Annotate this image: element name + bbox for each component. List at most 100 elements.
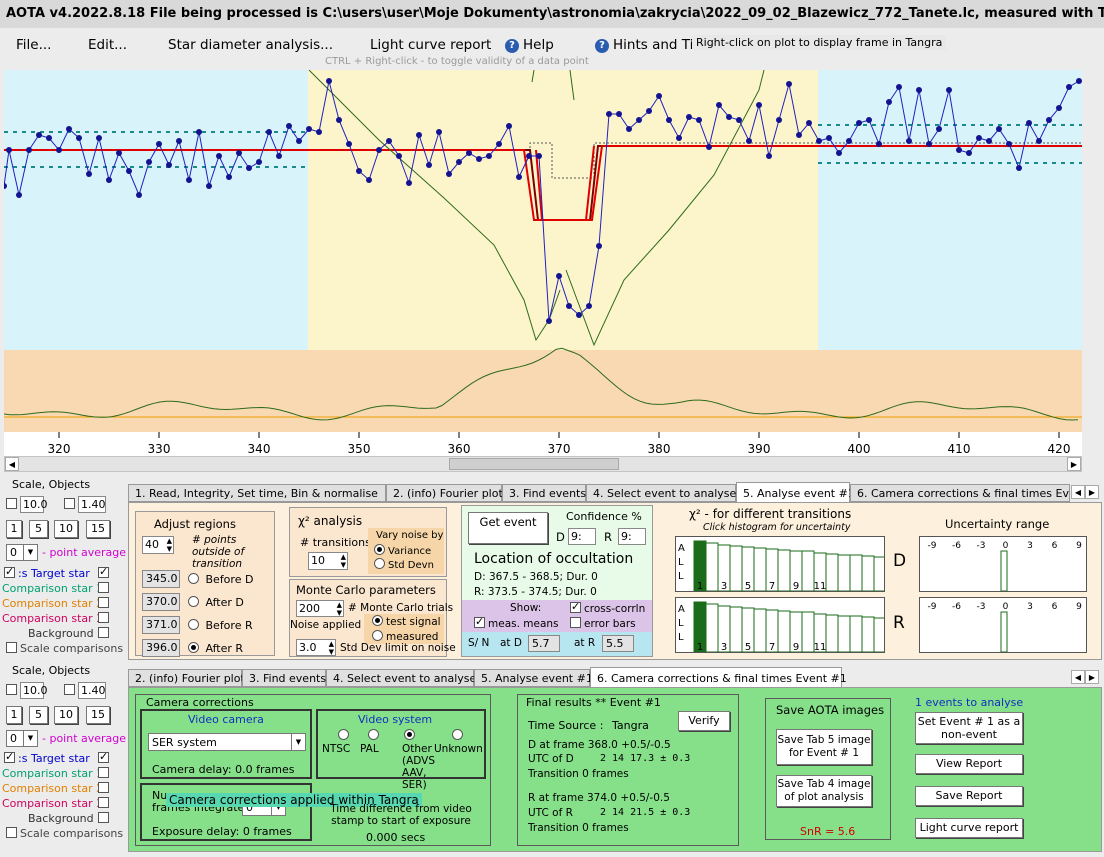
data-point[interactable] bbox=[1016, 165, 1022, 171]
background-checkbox[interactable] bbox=[98, 627, 109, 638]
light-curve-svg[interactable]: 320 330 340 350 360 370 380 390 400 410 420 bbox=[1, 69, 1082, 456]
bin-10-button-2[interactable]: 10 bbox=[54, 706, 78, 724]
histogram-bar[interactable] bbox=[705, 542, 719, 592]
after-r-radio[interactable] bbox=[188, 642, 199, 653]
histogram-bar[interactable] bbox=[873, 617, 887, 653]
data-point[interactable] bbox=[496, 141, 502, 147]
data-point[interactable] bbox=[286, 123, 292, 129]
data-point[interactable] bbox=[656, 93, 662, 99]
save-report-button[interactable]: Save Report bbox=[915, 786, 1023, 806]
histogram-bar[interactable] bbox=[753, 547, 767, 592]
bin-5-button[interactable]: 5 bbox=[29, 520, 48, 538]
tab-scroll-right-icon[interactable]: ▶ bbox=[1085, 485, 1099, 499]
data-point[interactable] bbox=[366, 177, 372, 183]
data-point[interactable] bbox=[966, 150, 972, 156]
data-point[interactable] bbox=[696, 117, 702, 123]
menu-file[interactable]: File... bbox=[16, 37, 51, 53]
target-star-checkbox-2[interactable] bbox=[98, 565, 109, 578]
bin-10-button[interactable]: 10 bbox=[54, 520, 78, 538]
data-point[interactable] bbox=[116, 150, 122, 156]
data-point[interactable] bbox=[626, 126, 632, 132]
comparison-star-2-checkbox-2[interactable] bbox=[98, 782, 109, 793]
data-point[interactable] bbox=[826, 135, 832, 141]
tab2-camera-corrections[interactable]: 6. Camera corrections & final times Even… bbox=[590, 667, 847, 687]
scale-checkbox-1[interactable] bbox=[6, 498, 17, 509]
comparison-star-2-checkbox[interactable] bbox=[98, 597, 109, 608]
view-report-button[interactable]: View Report bbox=[915, 754, 1023, 774]
histogram-bar[interactable] bbox=[861, 555, 875, 592]
point-average-select[interactable]: 0 ▼ bbox=[6, 544, 38, 561]
histogram-bar[interactable] bbox=[729, 606, 743, 653]
data-point[interactable] bbox=[536, 153, 542, 159]
histogram-bar[interactable] bbox=[825, 614, 839, 653]
tab-select-event[interactable]: 4. Select event to analyse bbox=[586, 484, 736, 502]
data-point[interactable] bbox=[46, 135, 52, 141]
menu-light-curve-report[interactable]: Light curve report bbox=[370, 37, 491, 53]
data-point[interactable] bbox=[306, 126, 312, 132]
data-point[interactable] bbox=[246, 165, 252, 171]
points-outside-input[interactable]: 40 ▲ ▼ bbox=[142, 536, 174, 554]
point-average-select-2[interactable]: 0 ▼ bbox=[6, 730, 38, 747]
target-star-checkbox-4[interactable] bbox=[98, 750, 109, 763]
test-signal-radio[interactable] bbox=[372, 615, 383, 626]
data-point[interactable] bbox=[1036, 138, 1042, 144]
data-point[interactable] bbox=[816, 138, 822, 144]
data-point[interactable] bbox=[146, 159, 152, 165]
data-point[interactable] bbox=[806, 120, 812, 126]
scale-value-input-2[interactable]: 10.0 bbox=[20, 682, 48, 699]
data-point[interactable] bbox=[316, 129, 322, 135]
data-point[interactable] bbox=[676, 135, 682, 141]
histogram-bar[interactable] bbox=[801, 611, 815, 653]
background-checkbox-2[interactable] bbox=[98, 812, 109, 823]
tab-scroll-left-icon[interactable]: ◀ bbox=[1071, 485, 1085, 499]
target-star-checkbox[interactable] bbox=[4, 565, 15, 578]
data-point[interactable] bbox=[996, 126, 1002, 132]
data-point[interactable] bbox=[796, 132, 802, 138]
light-curve-report-button[interactable]: Light curve report bbox=[915, 818, 1023, 838]
data-point[interactable] bbox=[326, 78, 332, 84]
data-point[interactable] bbox=[346, 141, 352, 147]
data-point[interactable] bbox=[156, 141, 162, 147]
data-point[interactable] bbox=[186, 177, 192, 183]
data-point[interactable] bbox=[726, 114, 732, 120]
menu-star-diameter[interactable]: Star diameter analysis... bbox=[168, 37, 333, 53]
histogram-bar[interactable] bbox=[837, 554, 851, 592]
scale-comparisons-checkbox[interactable] bbox=[6, 642, 17, 653]
before-d-radio[interactable] bbox=[188, 573, 199, 584]
data-point[interactable] bbox=[616, 111, 622, 117]
other-radio[interactable] bbox=[404, 729, 415, 740]
data-point[interactable] bbox=[736, 117, 742, 123]
bin-5-button-2[interactable]: 5 bbox=[29, 706, 48, 724]
data-point[interactable] bbox=[476, 156, 482, 162]
stddev-limit-input[interactable]: 3.0 ▲ ▼ bbox=[296, 639, 336, 656]
histogram-bar[interactable] bbox=[777, 549, 791, 592]
data-point[interactable] bbox=[666, 117, 672, 123]
camera-select[interactable]: SER system ▼ bbox=[148, 733, 306, 751]
data-point[interactable] bbox=[776, 117, 782, 123]
data-point[interactable] bbox=[446, 171, 452, 177]
data-point[interactable] bbox=[376, 147, 382, 153]
data-point[interactable] bbox=[836, 150, 842, 156]
scroll-left-icon[interactable]: ◀ bbox=[5, 457, 19, 471]
tab-analyse-event[interactable]: 5. Analyse event #1 bbox=[736, 482, 855, 502]
data-point[interactable] bbox=[1006, 141, 1012, 147]
data-point[interactable] bbox=[176, 138, 182, 144]
histogram-bar[interactable] bbox=[837, 615, 851, 653]
data-point[interactable] bbox=[66, 126, 72, 132]
error-bars-checkbox[interactable] bbox=[570, 617, 581, 628]
target-star-checkbox-3[interactable] bbox=[4, 750, 15, 763]
data-point[interactable] bbox=[406, 180, 412, 186]
pal-radio[interactable] bbox=[368, 729, 379, 740]
bin-15-button[interactable]: 15 bbox=[86, 520, 110, 538]
data-point[interactable] bbox=[686, 114, 692, 120]
data-point[interactable] bbox=[646, 108, 652, 114]
data-point[interactable] bbox=[236, 150, 242, 156]
measured-radio[interactable] bbox=[372, 630, 383, 641]
comparison-star-3-checkbox-2[interactable] bbox=[98, 797, 109, 808]
tab2-find-events[interactable]: 3. Find events bbox=[242, 669, 326, 687]
data-point[interactable] bbox=[196, 129, 202, 135]
data-point[interactable] bbox=[416, 132, 422, 138]
data-point[interactable] bbox=[296, 138, 302, 144]
verify-button[interactable]: Verify bbox=[678, 711, 730, 731]
data-point[interactable] bbox=[586, 303, 592, 309]
